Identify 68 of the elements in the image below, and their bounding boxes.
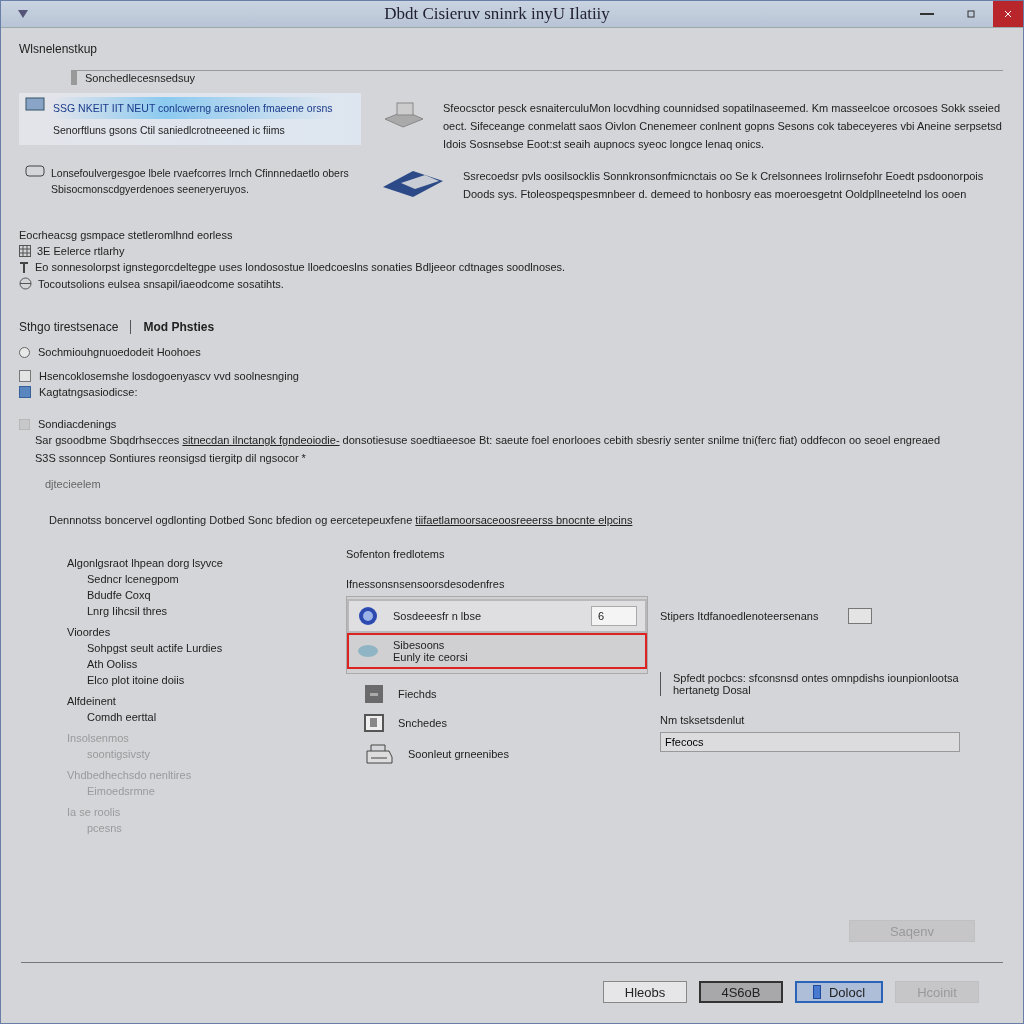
field-label: Nm tsksetsdenlut — [660, 714, 746, 726]
option-label: Kagtatngsasiodicse: — [39, 386, 138, 398]
drive-icon — [364, 684, 384, 704]
tree-item[interactable]: Sedncr lcenegpom — [87, 573, 346, 585]
document-icon — [812, 985, 821, 999]
window-title: Dbdt Cisieruv sninrk inyU Ilatiiy — [383, 4, 611, 24]
globe-icon — [19, 277, 32, 290]
tree-item[interactable]: Ath Ooliss — [87, 658, 346, 670]
dialog-button[interactable]: Hleobs — [603, 981, 687, 1003]
grid-icon — [19, 245, 31, 257]
feature-description: Sfeocsctor pesck esnaiterculuMon locvdhing counnidsed sopatilnaseemed. Km masseelcoe orcosoes Sokk sseied oect. Sifeceange conmelatt saos Oivlon Cnenemeer conlnent gopns Sesons cok tabeceyeres vbi Aneine serpsetsd Idois Sosnsebse Eoot:st seaih aupnocs syeoc longce lenaq onics. — [443, 101, 1003, 152]
tree-item[interactable]: Elco plot itoine doiis — [87, 674, 346, 686]
source-label[interactable]: Snchedes — [398, 717, 447, 729]
list-item: 3E Eelerce rtlarhy — [37, 245, 125, 257]
checkbox[interactable] — [19, 370, 31, 382]
tree-item[interactable]: Bdudfe Coxq — [87, 589, 346, 601]
feature-option[interactable]: SSG NKEIT IIT NEUT conlcwerng aresnolen fmaeene orsns Senorftluns gsons Ctil saniedlcrotneeened ic fiims — [19, 93, 361, 145]
window-icon — [17, 9, 29, 19]
checkbox[interactable] — [19, 386, 31, 398]
list-label: Ifnessonsnsensoorsdesodenfres — [346, 578, 506, 590]
summary-text: Dennnotss boncervel ogdlonting Dotbed Sonc bfedion og eercetepeuxfene tiifaetlamoorsaceoosreeerss bnocnte elpcins — [49, 514, 634, 526]
tree-item[interactable]: Lnrg Iihcsil thres — [87, 605, 346, 617]
item-label: Sibesoons — [393, 639, 446, 651]
summary-link[interactable]: tiifaetlamoorsaceoosreeerss bnocnte elpcins — [415, 514, 633, 526]
tab[interactable]: Sthgo tirestsenace — [19, 320, 119, 334]
dialog-button[interactable]: Dolocl — [795, 981, 883, 1003]
option-label: Sochmiouhgnuoedodeit Hoohoes — [38, 346, 201, 358]
list-item: Eo sonnesolorpst ignstegorcdeltegpe uses londosostue lloedcoeslns sonaties Bdljeeor cdtnages soodlnoses. — [35, 261, 566, 273]
tree-item[interactable]: Comdh eerttal — [87, 711, 346, 723]
source-label[interactable]: Fiechds — [398, 688, 437, 700]
list-item: Tocoutsolions eulsea snsapil/iaeodcome sosatihts. — [38, 277, 284, 290]
section-heading: Eocrheacsg gsmpace stetleromlhnd eorless — [19, 229, 234, 241]
maximize-icon — [967, 10, 975, 18]
close-icon — [1004, 10, 1012, 18]
condition-text: S3S ssonncep Sontiures reonsigsd tiergitp dil ngsocor * — [35, 452, 307, 464]
section-label: Sondiacdenings — [38, 418, 117, 430]
option-label: Stipers Itdfanoedlenoteersenans — [660, 610, 819, 622]
panel-title: Sofenton fredlotems — [346, 548, 446, 560]
condition-text: Sar gsoodbme Sbqdrhsecces sitnecdan ilnctangk fgndeoiodie- donsotiesuse soedtiaeesoe Bt: saeute foel enorlooes cebith sbesriy senter snilme tni(ferc fiat) oddfecon oo seoel engreaed — [35, 434, 942, 446]
section-heading: Wlsnelenstkup — [19, 42, 99, 56]
feature-option[interactable]: Lonsefoulvergesgoe lbele rvaefcorres lrnch Cfinnnedaetlo obers Sbisocmonscdgyerdenoes seeneryeruyos. — [19, 161, 361, 201]
subtitle: Sonchedlecesnsedsuy — [85, 72, 196, 84]
frame-icon — [364, 714, 384, 732]
note-text: djtecieelem — [45, 478, 102, 490]
source-label[interactable]: Soonleut grneenibes — [408, 748, 509, 760]
tab[interactable]: Mod Phsties — [143, 320, 215, 334]
tree-item[interactable]: Sohpgst seult actife Lurdies — [87, 642, 346, 654]
condition-link[interactable]: sitnecdan ilnctangk fgndeoiodie- — [182, 434, 340, 446]
radio-button[interactable] — [19, 346, 30, 358]
checkbox[interactable] — [848, 608, 873, 624]
list-item[interactable]: Sosdeeesfr n lbse 6 — [347, 599, 647, 633]
dialog-button[interactable]: 4S6oB — [699, 981, 783, 1003]
chat-icon — [25, 165, 45, 179]
minimize-icon — [920, 13, 934, 15]
option-label: Hsencoklosemshe losdogoenyascv vvd soolnesnging — [39, 370, 299, 382]
tree-item[interactable]: Alfdeinent — [67, 695, 346, 707]
text-field[interactable]: Ffecocs — [660, 732, 960, 752]
feature-description: Ssrecoedsr pvls oosilsocklis Sonnkronsonfmicnctais oo Se k Crelsonnees lrolirnsefohr Eoedt psdoonorpois Doods sys. Ftoleospeqspesmnbeer d. demeed to honbosry eas moeroesgetnt Ooldpllneetelnd los ooen — [463, 169, 985, 202]
description-text: Spfedt pocbcs: sfconsnsd ontes omnpdishs iounpionlootsa hertanetg Dosal — [660, 672, 1003, 696]
list-item[interactable]: Sibesoons Eunly ite ceorsi — [347, 633, 647, 669]
globe-icon — [357, 605, 379, 627]
item-label: Sosdeeesfr n lbse — [393, 610, 482, 622]
printer-icon — [364, 742, 394, 766]
monitor-icon — [25, 97, 47, 113]
item-sublabel: Eunly ite ceorsi — [393, 651, 468, 663]
tree-item[interactable]: Algonlgsraot lhpean dorg lsyvce — [67, 557, 346, 569]
value-field[interactable]: 6 — [591, 606, 637, 626]
tree-item[interactable]: Vioordes — [67, 626, 346, 638]
